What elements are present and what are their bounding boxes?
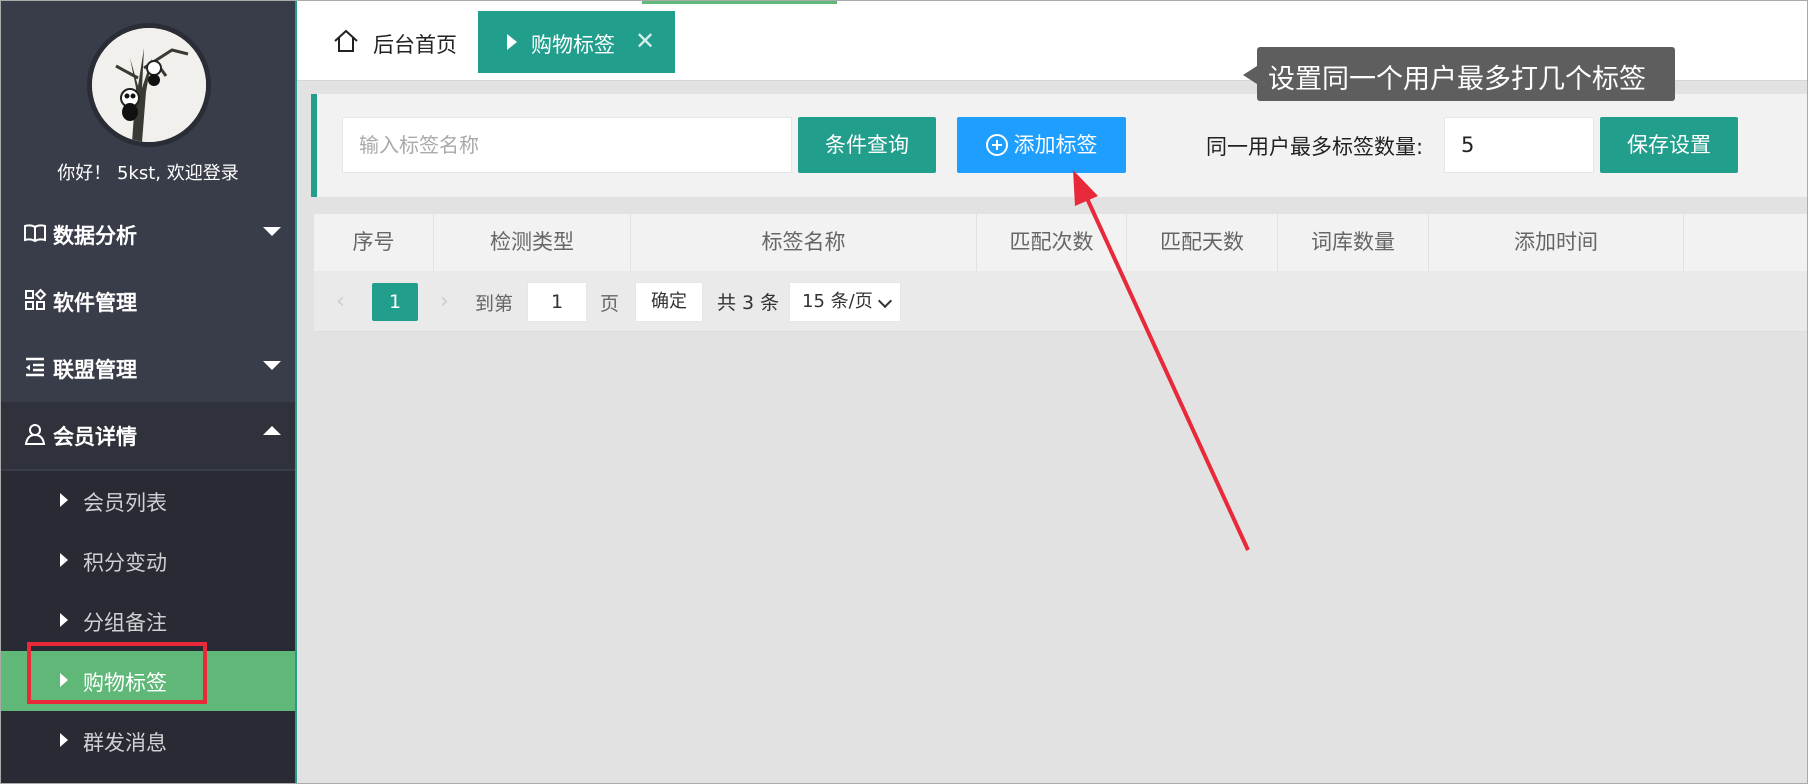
tab-indicator-line: [642, 1, 837, 4]
submenu-item-points-change[interactable]: 积分变动: [1, 531, 295, 591]
user-icon: [24, 424, 46, 445]
goto-confirm-button[interactable]: 确定: [635, 282, 703, 322]
close-icon[interactable]: ✕: [635, 27, 655, 55]
next-page-button[interactable]: ›: [440, 289, 449, 314]
panda-tree-avatar-icon: [92, 28, 206, 142]
sidebar-item-label: 软件管理: [53, 291, 137, 315]
tab-shopping-tags[interactable]: 购物标签 ✕: [478, 11, 675, 73]
submenu-item-mass-message[interactable]: 群发消息: [1, 711, 295, 771]
tab-label: 购物标签: [531, 33, 615, 57]
chevron-down-icon: [263, 361, 281, 370]
prev-page-button[interactable]: ‹: [336, 289, 345, 314]
submenu-item-label: 积分变动: [83, 551, 167, 575]
tooltip-arrow: [1243, 66, 1257, 84]
tag-name-search-input[interactable]: [342, 117, 792, 173]
plus-circle-icon: [985, 134, 1008, 156]
tooltip: 设置同一个用户最多打几个标签: [1257, 47, 1675, 101]
sidebar-item-alliance[interactable]: 联盟管理: [1, 335, 295, 402]
submenu-item-label: 群发消息: [83, 731, 167, 755]
column-header-detect-type: 检测类型: [434, 214, 631, 271]
current-page[interactable]: 1: [372, 283, 418, 321]
chevron-up-icon: [263, 426, 281, 435]
sidebar-item-label: 会员详情: [53, 425, 137, 449]
avatar[interactable]: [87, 23, 211, 147]
page-size-value: 15 条/页: [802, 291, 873, 312]
sidebar-item-label: 联盟管理: [53, 358, 137, 382]
main-border: [295, 1, 297, 783]
indent-list-icon: [26, 357, 44, 377]
column-header-match-days: 匹配天数: [1127, 214, 1278, 271]
column-header-tag-name: 标签名称: [631, 214, 977, 271]
add-tag-button[interactable]: 添加标签: [957, 117, 1126, 173]
caret-right-icon: [60, 613, 68, 627]
sidebar-item-label: 数据分析: [53, 224, 137, 248]
caret-right-icon: [507, 34, 517, 50]
caret-right-icon: [60, 493, 68, 507]
sidebar-item-data-analysis[interactable]: 数据分析: [1, 201, 295, 268]
table-header: 序号 检测类型 标签名称 匹配次数 匹配天数 词库数量 添加时间: [314, 214, 1807, 272]
goto-label: 到第: [475, 293, 514, 315]
pagination: ‹ 1 › 到第 1 页 确定 共 3 条 15 条/页: [314, 271, 1807, 332]
query-button[interactable]: 条件查询: [798, 117, 936, 173]
apps-grid-icon: [25, 288, 47, 310]
tab-home-label: 后台首页: [373, 33, 457, 57]
save-settings-button[interactable]: 保存设置: [1600, 117, 1738, 173]
sidebar-item-software[interactable]: 软件管理: [1, 268, 295, 335]
chevron-down-icon: [263, 227, 281, 236]
submenu-item-label: 会员列表: [83, 491, 167, 515]
column-header-match-count: 匹配次数: [977, 214, 1127, 271]
home-icon: [334, 29, 358, 52]
submenu-item-member-list[interactable]: 会员列表: [1, 471, 295, 531]
submenu-item-label: 分组备注: [83, 611, 167, 635]
tooltip-text: 设置同一个用户最多打几个标签: [1268, 64, 1646, 95]
add-tag-label: 添加标签: [1013, 133, 1098, 157]
max-tags-input[interactable]: 5: [1444, 117, 1594, 173]
caret-right-icon: [60, 733, 68, 747]
annotation-highlight-box: [27, 642, 207, 704]
welcome-text: 你好！ 5kst, 欢迎登录: [57, 163, 239, 184]
total-count: 共 3 条: [717, 292, 780, 314]
page-size-select[interactable]: 15 条/页: [789, 282, 901, 322]
member-submenu: 会员列表 积分变动 分组备注 购物标签 群发消息: [1, 471, 295, 783]
caret-right-icon: [60, 553, 68, 567]
column-header-index: 序号: [314, 214, 434, 271]
max-tags-label: 同一用户最多标签数量:: [1206, 135, 1424, 159]
sidebar-item-member-details[interactable]: 会员详情: [1, 402, 295, 469]
goto-page-input[interactable]: 1: [527, 282, 587, 322]
column-header-added-time: 添加时间: [1429, 214, 1684, 271]
page-unit-label: 页: [600, 293, 620, 315]
column-header-lexicon-count: 词库数量: [1278, 214, 1429, 271]
chevron-down-icon: [877, 293, 893, 309]
book-icon: [24, 224, 46, 243]
